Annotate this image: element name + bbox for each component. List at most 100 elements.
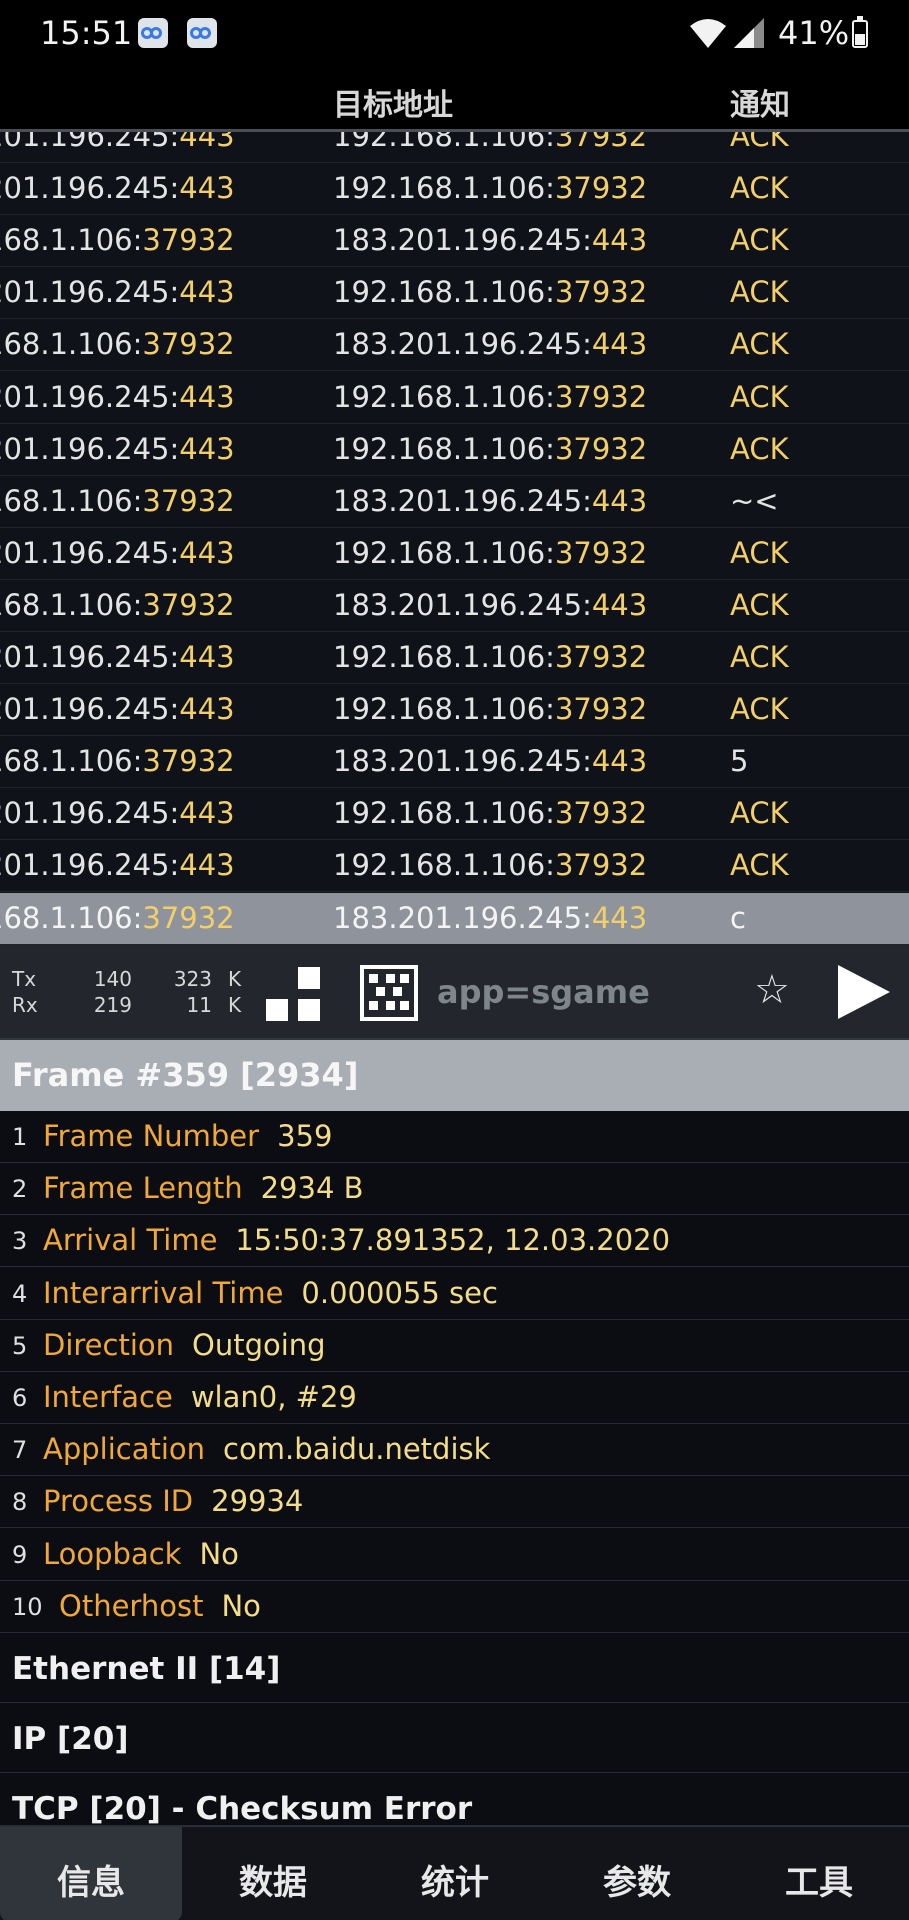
qr-code-icon[interactable] [360,965,418,1021]
source-address: 168.1.106: [0,483,143,518]
packet-source: 168.1.106:37932 [0,484,235,518]
frame-field-row[interactable]: 8 Process ID 29934 [0,1476,909,1529]
field-line: Interface wlan0, #29 [43,1380,357,1414]
packet-source: 201.196.245:443 [0,275,235,309]
field-index: 6 [12,1384,28,1412]
destination-address: 192.168.1.106: [333,379,555,414]
tab-stats[interactable]: 统计 [364,1827,546,1920]
destination-address: 183.201.196.245: [333,327,592,362]
field-index: 3 [12,1227,28,1256]
packet-row[interactable]: 201.196.245:443 192.168.1.106:37932 ACK [0,840,909,893]
frame-field-row[interactable]: 1 Frame Number 359 [0,1111,909,1163]
packet-source: 168.1.106:37932 [0,901,235,935]
frame-field-row[interactable]: 2 Frame Length 2934 B [0,1163,909,1216]
tx-bytes: 323 [173,967,212,991]
packet-destination: 183.201.196.245:443 [333,223,647,257]
source-port: 37932 [142,327,235,362]
destination-port: 37932 [554,171,648,206]
frame-field-row[interactable]: 3 Arrival Time 15:50:37.891352, 12.03.2020 [0,1215,909,1268]
packet-source: 201.196.245:443 [0,848,235,882]
field-line: Otherhost No [59,1589,261,1623]
packet-info: ACK [730,379,789,414]
column-destination[interactable]: 目标地址 [333,80,453,124]
packet-info: ~< [730,483,779,518]
packet-info: ACK [730,275,789,310]
column-info[interactable]: 通知 [730,80,790,124]
packet-row[interactable]: 201.196.245:443 192.168.1.106:37932 ACK [0,163,909,216]
destination-address: 183.201.196.245: [333,223,592,258]
bottom-tabs: 信息 数据 统计 参数 工具 [0,1825,909,1920]
tab-label: 工具 [785,1863,853,1903]
frame-field-row[interactable]: 6 Interface wlan0, #29 [0,1372,909,1424]
destination-port: 37932 [554,431,648,466]
frame-field-row[interactable]: 4 Interarrival Time 0.000055 sec [0,1267,909,1320]
source-port: 443 [179,171,235,206]
packet-row[interactable]: 201.196.245:443 192.168.1.106:37932 ACK [0,684,909,737]
protocol-section[interactable]: IP [20] [0,1703,909,1773]
field-index: 8 [12,1488,28,1517]
filter-input[interactable]: app=sgame [437,973,650,1011]
source-address: 201.196.245: [0,132,180,153]
protocol-section[interactable]: Ethernet II [14] [0,1633,909,1703]
packet-destination: 192.168.1.106:37932 [333,171,647,205]
source-port: 443 [179,379,235,414]
packet-row[interactable]: 168.1.106:37932 183.201.196.245:443 5 [0,736,909,789]
frame-field-row[interactable]: 10 Otherhost No [0,1580,909,1633]
source-port: 443 [179,275,235,310]
packet-row[interactable]: 201.196.245:443 192.168.1.106:37932 ACK [0,267,909,320]
rx-label: Rx [12,993,38,1017]
packet-info: c [730,900,746,935]
frame-field-row[interactable]: 5 Direction Outgoing [0,1319,909,1372]
packet-row[interactable]: 168.1.106:37932 183.201.196.245:443 ACK [0,215,909,268]
packet-row[interactable]: 168.1.106:37932 183.201.196.245:443 ~< [0,476,909,528]
source-address: 201.196.245: [0,796,180,831]
packet-destination: 183.201.196.245:443 [333,901,647,935]
destination-address: 192.168.1.106: [333,848,555,883]
packet-destination: 192.168.1.106:37932 [333,432,647,466]
destination-address: 192.168.1.106: [333,171,555,206]
packet-destination: 192.168.1.106:37932 [333,536,647,570]
field-name: Interface [43,1380,173,1414]
destination-address: 192.168.1.106: [333,275,555,310]
field-line: Application com.baidu.netdisk [43,1432,490,1466]
frame-header[interactable]: Frame #359 [2934] [0,1040,909,1111]
field-name: Interarrival Time [43,1275,284,1310]
frame-field-row[interactable]: 7 Application com.baidu.netdisk [0,1424,909,1477]
packet-row[interactable]: 168.1.106:37932 183.201.196.245:443 ACK [0,319,909,372]
packet-destination: 192.168.1.106:37932 [333,275,647,309]
destination-port: 37932 [554,132,648,153]
battery-percent: 41% [778,14,850,52]
packet-info: ACK [730,535,789,570]
baidu-sync-icon [187,18,217,48]
packet-source: 201.196.245:443 [0,380,235,414]
tab-tools[interactable]: 工具 [728,1827,909,1920]
field-line: Arrival Time 15:50:37.891352, 12.03.2020 [43,1223,670,1257]
tab-info[interactable]: 信息 [0,1827,182,1920]
packet-row[interactable]: 168.1.106:37932 183.201.196.245:443 c [0,892,909,945]
destination-address: 192.168.1.106: [333,796,555,831]
star-icon[interactable]: ☆ [754,967,790,1013]
packet-source: 201.196.245:443 [0,796,235,830]
packet-row[interactable]: 201.196.245:443 192.168.1.106:37932 ACK [0,424,909,476]
packet-row[interactable]: 201.196.245:443 192.168.1.106:37932 ACK [0,632,909,684]
destination-port: 443 [591,483,648,518]
source-address: 201.196.245: [0,275,180,310]
field-value: com.baidu.netdisk [223,1432,491,1467]
packet-row[interactable]: 201.196.245:443 192.168.1.106:37932 ACK [0,372,909,424]
layout-toggle-icon[interactable] [266,967,322,1021]
frame-field-row[interactable]: 9 Loopback No [0,1528,909,1581]
packet-list[interactable]: 201.196.245:443 192.168.1.106:37932 ACK 201… [0,132,909,945]
source-port: 443 [179,692,235,727]
packet-row[interactable]: 201.196.245:443 192.168.1.106:37932 ACK [0,528,909,580]
packet-info: ACK [730,132,789,153]
tab-data[interactable]: 数据 [182,1827,364,1920]
tab-params[interactable]: 参数 [546,1827,728,1920]
status-bar: 15:51 41% [0,0,909,68]
packet-info: ACK [730,640,789,674]
packet-row[interactable]: 168.1.106:37932 183.201.196.245:443 ACK [0,580,909,632]
source-address: 201.196.245: [0,535,180,570]
packet-row[interactable]: 201.196.245:443 192.168.1.106:37932 ACK [0,788,909,841]
packet-info: ACK [730,692,789,727]
packet-row[interactable]: 201.196.245:443 192.168.1.106:37932 ACK [0,132,909,163]
play-icon[interactable] [838,965,890,1019]
